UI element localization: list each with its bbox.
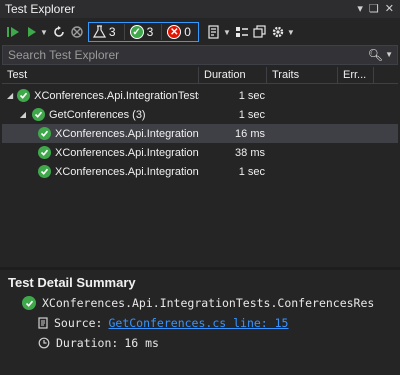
group-icon	[235, 27, 248, 37]
window-menu-icon[interactable]: ▾	[357, 2, 363, 15]
row-duration: 16 ms	[235, 127, 265, 140]
separator	[123, 24, 125, 40]
row-duration: 38 ms	[235, 146, 265, 159]
play-icon	[28, 27, 36, 37]
close-icon[interactable]: ✕	[385, 2, 394, 15]
detail-duration-row: Duration: 16 ms	[38, 336, 159, 350]
run-all-button[interactable]	[6, 22, 22, 42]
search-icon[interactable]: 🔍︎	[368, 48, 383, 62]
row-label: XConferences.Api.IntegrationTests.Confer…	[55, 146, 199, 159]
passed-count: 3	[146, 25, 154, 39]
tree-row-test[interactable]: XConferences.Api.IntegrationTests.Confer…	[2, 143, 398, 162]
row-label: XConferences.Api.IntegrationTests	[34, 89, 199, 102]
refresh-icon	[54, 26, 64, 37]
window-controls: ▾ ❑ ✕	[357, 2, 394, 15]
row-name-cell: XConferences.Api.IntegrationTests.Confer…	[2, 146, 199, 159]
failed-count: 0	[184, 25, 191, 39]
duration-label: Duration:	[56, 336, 119, 350]
toolbar: ▼ 3 ✓ 3 ✕ 0 ▼ ▼	[0, 20, 400, 44]
settings-button[interactable]: ▼	[271, 22, 295, 42]
row-duration: 1 sec	[238, 108, 265, 121]
row-name-cell: ◢ XConferences.Api.IntegrationTests	[2, 89, 199, 102]
copy-button[interactable]	[253, 22, 267, 42]
collapse-icon[interactable]: ◢	[7, 91, 13, 100]
passed-icon	[38, 165, 51, 178]
tree-row-group[interactable]: ◢ GetConferences (3) 1 sec	[2, 105, 398, 124]
row-name-cell: XConferences.Api.IntegrationTests.Confer…	[2, 165, 199, 178]
passed-icon	[32, 108, 45, 121]
search-dropdown-icon[interactable]: ▼	[385, 50, 393, 59]
playlist-button[interactable]: ▼	[207, 22, 231, 42]
row-duration: 1 sec	[238, 165, 265, 178]
detail-source-row: Source: GetConferences.cs line: 15	[38, 316, 288, 330]
window-title: Test Explorer	[5, 2, 76, 16]
row-label: XConferences.Api.IntegrationTests.Confer…	[55, 127, 199, 140]
detail-test-row: XConferences.Api.IntegrationTests.Confer…	[22, 296, 374, 310]
group-by-button[interactable]	[235, 22, 249, 42]
tree-row-test[interactable]: XConferences.Api.IntegrationTests.Confer…	[2, 162, 398, 181]
separator	[161, 24, 163, 40]
clock-icon	[38, 337, 50, 349]
test-tree: ◢ XConferences.Api.IntegrationTests 1 se…	[2, 86, 398, 181]
column-duration[interactable]: Duration	[199, 67, 267, 83]
column-error[interactable]: Err...	[338, 67, 374, 83]
row-label: GetConferences (3)	[49, 108, 146, 121]
passed-filter-icon[interactable]: ✓	[129, 25, 144, 39]
passed-icon	[22, 296, 36, 310]
source-link[interactable]: GetConferences.cs line: 15	[108, 316, 288, 330]
tree-row-project[interactable]: ◢ XConferences.Api.IntegrationTests 1 se…	[2, 86, 398, 105]
collapse-icon[interactable]: ◢	[18, 110, 28, 119]
search-input[interactable]	[8, 48, 348, 62]
passed-icon	[38, 146, 51, 159]
refresh-button[interactable]	[52, 22, 66, 42]
failed-filter-icon[interactable]: ✕	[167, 25, 182, 39]
row-name-cell: XConferences.Api.IntegrationTests.Confer…	[2, 127, 199, 140]
gear-icon	[272, 26, 284, 38]
cancel-button[interactable]	[70, 22, 84, 42]
playlist-icon	[208, 25, 219, 39]
test-detail-summary: Test Detail Summary XConferences.Api.Int…	[0, 270, 400, 375]
total-count: 3	[108, 25, 116, 39]
passed-icon	[38, 127, 51, 140]
cancel-icon	[71, 26, 83, 38]
search-box: 🔍︎ ▼	[2, 45, 398, 65]
row-name-cell: ◢ GetConferences (3)	[2, 108, 199, 121]
source-label: Source:	[54, 316, 103, 330]
detail-test-name: XConferences.Api.IntegrationTests.Confer…	[42, 296, 375, 310]
column-test[interactable]: Test	[2, 67, 199, 83]
detail-title: Test Detail Summary	[8, 275, 136, 290]
copy-icon	[253, 25, 266, 38]
source-file-icon	[38, 317, 48, 329]
playlist-dropdown-icon[interactable]: ▼	[223, 28, 231, 37]
tree-row-test[interactable]: XConferences.Api.IntegrationTests.Confer…	[2, 124, 398, 143]
passed-icon	[17, 89, 31, 102]
flask-icon[interactable]	[92, 25, 106, 39]
run-dropdown-icon[interactable]: ▼	[40, 28, 48, 37]
row-label: XConferences.Api.IntegrationTests.Confer…	[55, 165, 199, 178]
column-traits[interactable]: Traits	[267, 67, 338, 83]
run-button[interactable]: ▼	[26, 22, 48, 42]
column-header: Test Duration Traits Err...	[2, 67, 398, 84]
run-all-icon	[7, 27, 19, 37]
row-duration: 1 sec	[238, 89, 265, 102]
test-state-filters: 3 ✓ 3 ✕ 0	[87, 22, 199, 42]
duration-value: 16 ms	[124, 336, 159, 350]
settings-dropdown-icon[interactable]: ▼	[287, 28, 295, 37]
pin-icon[interactable]: ❑	[369, 2, 379, 15]
title-bar: Test Explorer ▾ ❑ ✕	[0, 0, 400, 18]
